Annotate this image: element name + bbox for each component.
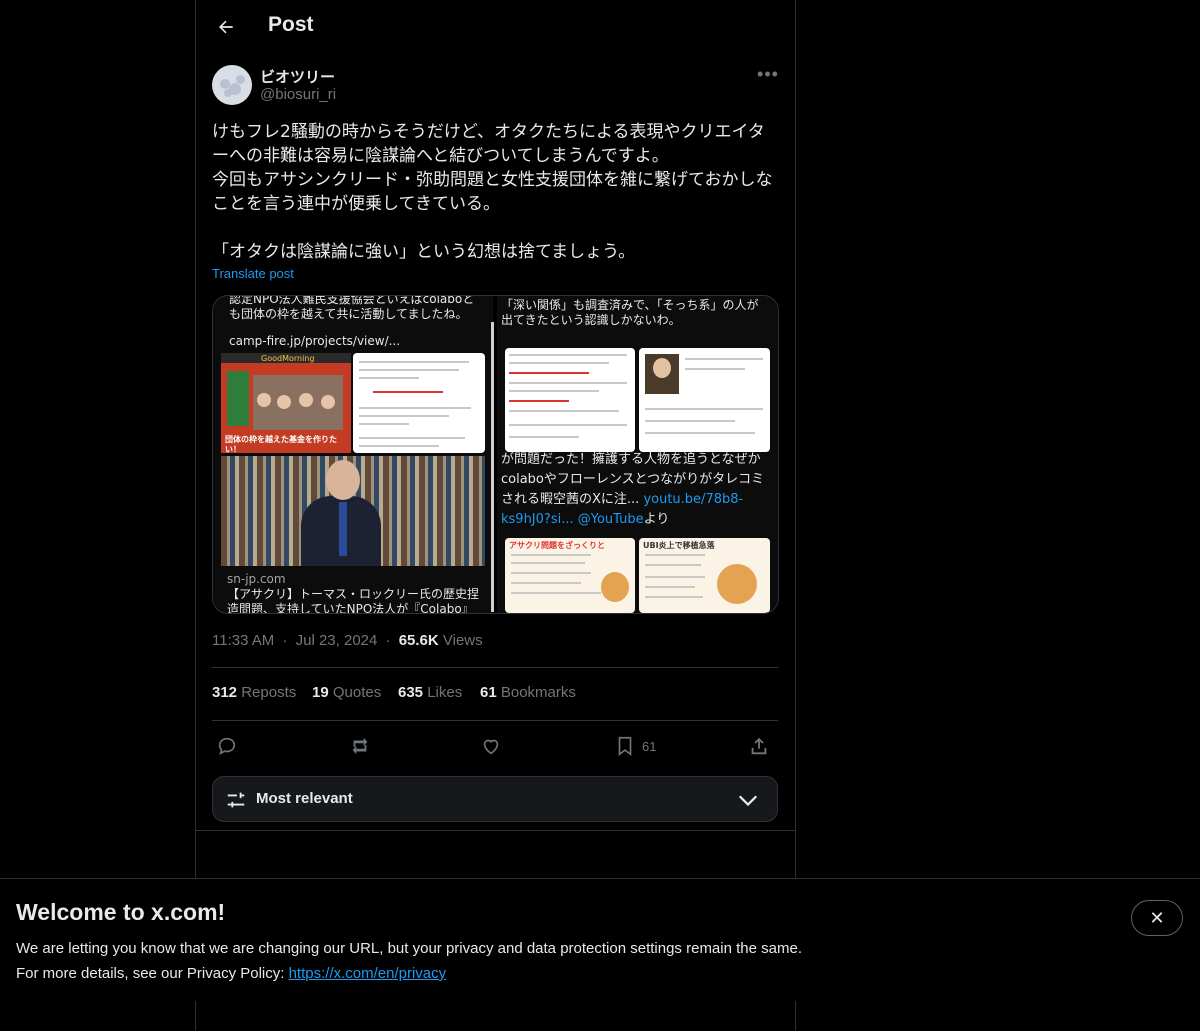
repost-icon (352, 737, 368, 755)
banner-line-1: We are letting you know that we are chan… (16, 940, 802, 957)
bookmarks-stat[interactable]: 61 Bookmarks (480, 684, 576, 701)
banner-line-2: For more details, see our Privacy Policy… (16, 965, 447, 982)
chevron-down-icon (738, 795, 758, 807)
author-handle[interactable]: @biosuri_ri (260, 86, 336, 103)
avatar[interactable] (212, 65, 252, 105)
reply-icon (218, 737, 236, 755)
poster-brand: GoodMorning (261, 354, 315, 363)
media-left-source: sn-jp.com (227, 572, 286, 586)
banner-text: We are letting you know that we are chan… (16, 936, 802, 986)
media-left-bottom-text: 【アサクリ】トーマス・ロックリー氏の歴史捏造問題、支持していたNPO法人が『Co… (227, 587, 480, 613)
author-name[interactable]: ビオツリー (260, 66, 335, 87)
divider (212, 667, 778, 668)
more-dots-icon: ••• (757, 64, 779, 84)
reply-button[interactable] (216, 734, 238, 758)
repost-button[interactable] (348, 734, 372, 758)
divider (196, 830, 795, 831)
likes-stat[interactable]: 635 Likes (398, 684, 462, 701)
like-button[interactable] (480, 734, 502, 758)
media-right-top-text: 「深い関係」も調査済みで、「そっち系」の人が出てきたという認識しかないわ。 (501, 298, 759, 327)
page-title: Post (268, 13, 314, 36)
screenshot-thumb-2 (639, 348, 770, 452)
poster-caption: 団体の枠を越えた基金を作りたい！ (225, 435, 337, 454)
views-label: Views (442, 632, 483, 649)
tweet-text: けもフレ2騒動の時からそうだけど、オタクたちによる表現やクリエイターへの非難は容… (212, 122, 773, 262)
privacy-policy-link[interactable]: https://x.com/en/privacy (289, 965, 447, 982)
close-icon: ✕ (1149, 908, 1165, 928)
sliders-icon (227, 792, 245, 808)
screenshot-thumb-1 (505, 348, 635, 452)
post-header: Post (196, 0, 795, 54)
post-time[interactable]: 11:33 AM (212, 632, 274, 649)
quoted-media[interactable]: 認定NPO法人難民支援協会といえばcolaboとも団体の枠を越えて共に活動してま… (212, 295, 779, 614)
youtube-mention[interactable]: @YouTube (578, 512, 644, 527)
translate-post-link[interactable]: Translate post (212, 266, 294, 281)
quotes-stat[interactable]: 19 Quotes (312, 684, 381, 701)
bookmark-icon (618, 736, 632, 756)
person-photo (221, 456, 485, 566)
arrow-left-icon (219, 20, 233, 34)
divider (212, 720, 778, 721)
post-date[interactable]: Jul 23, 2024 (296, 632, 378, 649)
infographic-thumb-2: UBI炎上で移植急落 (639, 538, 770, 613)
media-left-top-text: 認定NPO法人難民支援協会といえばcolaboとも団体の枠を越えて共に活動してま… (229, 296, 475, 321)
media-divider (491, 322, 494, 612)
heart-icon (483, 739, 499, 755)
close-banner-button[interactable]: ✕ (1131, 900, 1183, 936)
article-screenshot (353, 353, 485, 453)
sort-label: Most relevant (256, 790, 353, 807)
media-image-left[interactable]: 認定NPO法人難民支援協会といえばcolaboとも団体の枠を越えて共に活動してま… (213, 296, 493, 613)
media-right-mid-text: が問題だった！擁護する人物を追うとなぜかcolaboやフローレンスとつながりがタ… (501, 452, 765, 527)
media-image-right[interactable]: 「深い関係」も調査済みで、「そっち系」の人が出てきたという認識しかないわ。 が問… (497, 296, 778, 613)
views-count: 65.6K (398, 632, 439, 649)
replies-sort-dropdown[interactable]: Most relevant (212, 776, 778, 822)
back-button[interactable] (212, 13, 240, 41)
media-left-link: camp-fire.jp/projects/view/... (229, 334, 401, 348)
banner-title: Welcome to x.com! (16, 899, 226, 925)
welcome-banner: Welcome to x.com! We are letting you kno… (0, 878, 1200, 1001)
post-meta: 11:33 AM · Jul 23, 2024 · 65.6K Views (212, 632, 483, 649)
action-bar: 61 (212, 730, 778, 762)
infographic-thumb-1: アサクリ問題をざっくりと (505, 538, 635, 613)
bookmark-count: 61 (642, 738, 657, 754)
main-column: Post ビオツリー @biosuri_ri ••• けもフレ2騒動の時からそう… (195, 0, 796, 1031)
poster-image: GoodMorning 団体の枠を越えた基金を作りたい！ (221, 353, 351, 454)
share-icon (751, 737, 767, 755)
share-button[interactable] (748, 734, 770, 758)
bookmark-button[interactable]: 61 (614, 734, 656, 758)
more-options-button[interactable]: ••• (754, 64, 782, 86)
reposts-stat[interactable]: 312 Reposts (212, 684, 296, 701)
